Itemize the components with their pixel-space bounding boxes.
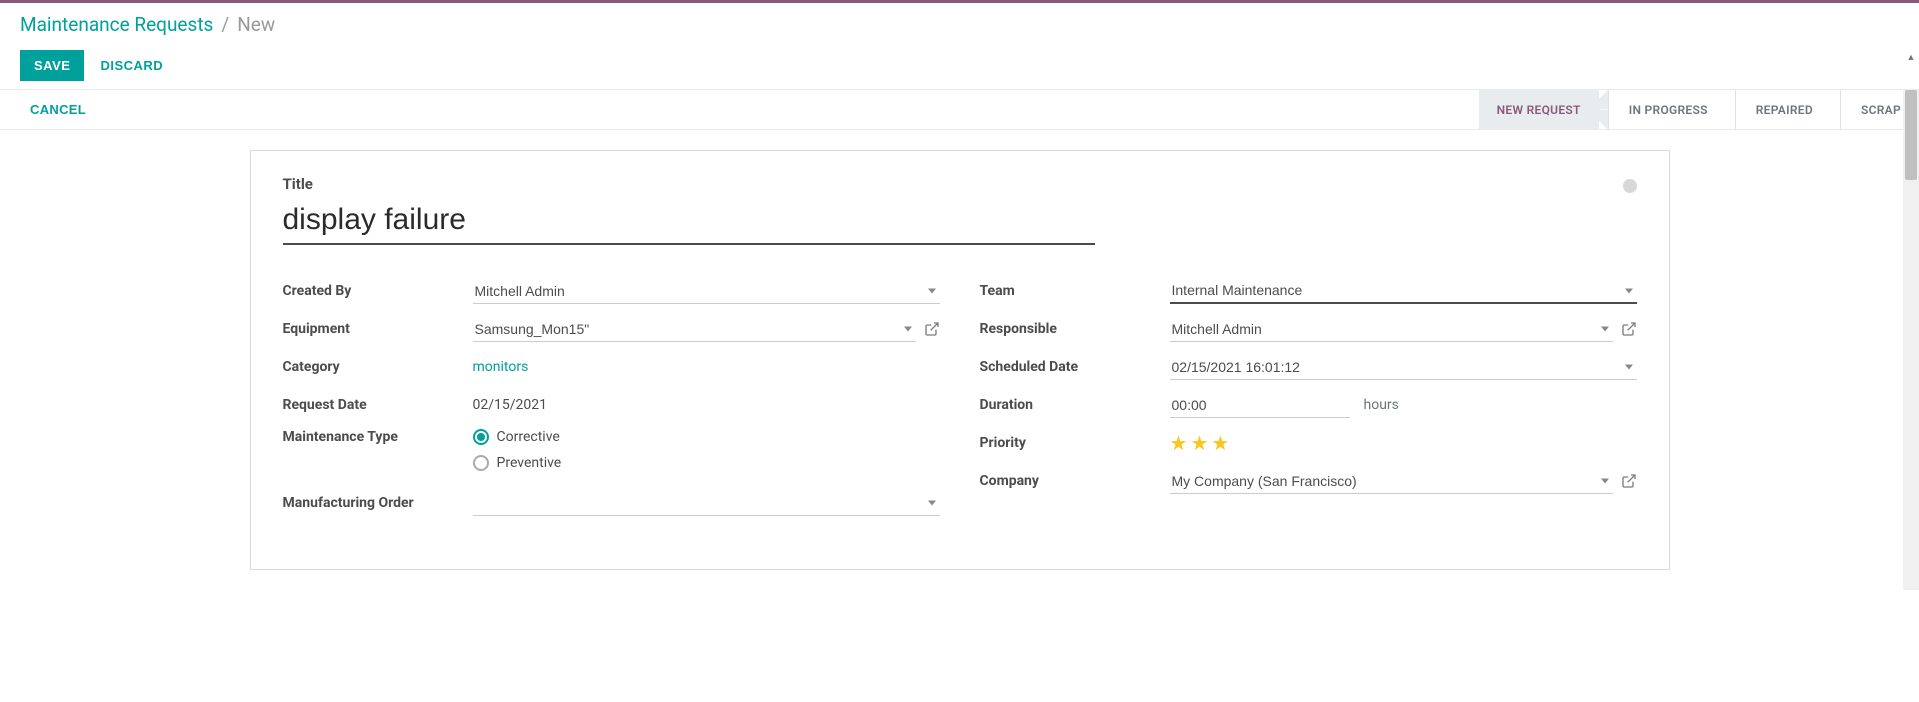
breadcrumb-parent-link[interactable]: Maintenance Requests <box>20 13 213 36</box>
company-label: Company <box>980 473 1170 489</box>
status-in-progress[interactable]: IN PROGRESS <box>1599 90 1726 129</box>
radio-checked-icon <box>473 429 489 445</box>
form-sheet: Title Created By Equip <box>250 150 1670 570</box>
responsible-select[interactable] <box>1170 317 1613 342</box>
equipment-external-link-icon[interactable] <box>924 321 940 337</box>
priority-stars[interactable]: ★ ★ ★ <box>1170 431 1230 455</box>
action-bar: SAVE DISCARD <box>20 50 1899 81</box>
radio-unchecked-icon <box>473 455 489 471</box>
responsible-input[interactable] <box>1170 317 1613 342</box>
breadcrumb-current: New <box>237 13 275 36</box>
save-button[interactable]: SAVE <box>20 50 84 81</box>
breadcrumb-separator: / <box>221 13 229 36</box>
duration-input[interactable] <box>1170 393 1350 418</box>
manufacturing-order-label: Manufacturing Order <box>283 495 473 511</box>
team-input[interactable] <box>1170 278 1637 304</box>
priority-label: Priority <box>980 435 1170 451</box>
form-col-left: Created By Equipment <box>283 277 940 527</box>
responsible-external-link-icon[interactable] <box>1621 321 1637 337</box>
created-by-select[interactable] <box>473 279 940 304</box>
radio-corrective[interactable]: Corrective <box>473 429 562 445</box>
equipment-input[interactable] <box>473 317 916 342</box>
company-external-link-icon[interactable] <box>1621 473 1637 489</box>
cancel-button[interactable]: CANCEL <box>30 102 86 117</box>
scrollbar-thumb[interactable] <box>1905 90 1917 180</box>
responsible-label: Responsible <box>980 321 1170 337</box>
team-select[interactable] <box>1170 278 1637 304</box>
form-col-right: Team Responsible <box>980 277 1637 527</box>
star-icon[interactable]: ★ <box>1170 431 1188 455</box>
maintenance-type-label: Maintenance Type <box>283 429 473 445</box>
scheduled-date-label: Scheduled Date <box>980 359 1170 375</box>
breadcrumb: Maintenance Requests / New <box>20 13 1899 36</box>
category-link[interactable]: monitors <box>473 359 529 375</box>
team-label: Team <box>980 283 1170 299</box>
status-repaired[interactable]: REPAIRED <box>1726 90 1831 129</box>
created-by-label: Created By <box>283 283 473 299</box>
duration-label: Duration <box>980 397 1170 413</box>
radio-preventive[interactable]: Preventive <box>473 455 562 471</box>
status-bar: NEW REQUEST IN PROGRESS REPAIRED SCRAP <box>1479 90 1919 129</box>
request-date-value: 02/15/2021 <box>473 397 548 413</box>
scrollbar-up-icon[interactable]: ▲ <box>1903 50 1919 66</box>
manufacturing-order-select[interactable] <box>473 491 940 516</box>
star-icon[interactable]: ★ <box>1190 431 1208 455</box>
equipment-label: Equipment <box>283 321 473 337</box>
radio-corrective-label: Corrective <box>497 429 560 445</box>
scheduled-date-input[interactable] <box>1170 355 1637 380</box>
equipment-select[interactable] <box>473 317 916 342</box>
status-new-request[interactable]: NEW REQUEST <box>1479 90 1599 129</box>
scheduled-date-select[interactable] <box>1170 355 1637 380</box>
maintenance-type-radiogroup: Corrective Preventive <box>473 429 562 471</box>
company-select[interactable] <box>1170 469 1613 494</box>
duration-unit: hours <box>1364 397 1399 413</box>
title-label: Title <box>283 175 1637 193</box>
category-label: Category <box>283 359 473 375</box>
radio-preventive-label: Preventive <box>497 455 562 471</box>
manufacturing-order-input[interactable] <box>473 491 940 516</box>
content: Title Created By Equip <box>0 130 1919 590</box>
subheader: CANCEL NEW REQUEST IN PROGRESS REPAIRED … <box>0 90 1919 130</box>
request-date-label: Request Date <box>283 397 473 413</box>
title-input[interactable] <box>283 197 1095 245</box>
scrollbar[interactable]: ▲ <box>1903 90 1919 590</box>
header: Maintenance Requests / New SAVE DISCARD <box>0 3 1919 90</box>
company-input[interactable] <box>1170 469 1613 494</box>
discard-button[interactable]: DISCARD <box>94 50 169 81</box>
kanban-state-indicator[interactable] <box>1623 179 1637 193</box>
star-icon[interactable]: ★ <box>1211 431 1229 455</box>
created-by-input[interactable] <box>473 279 940 304</box>
